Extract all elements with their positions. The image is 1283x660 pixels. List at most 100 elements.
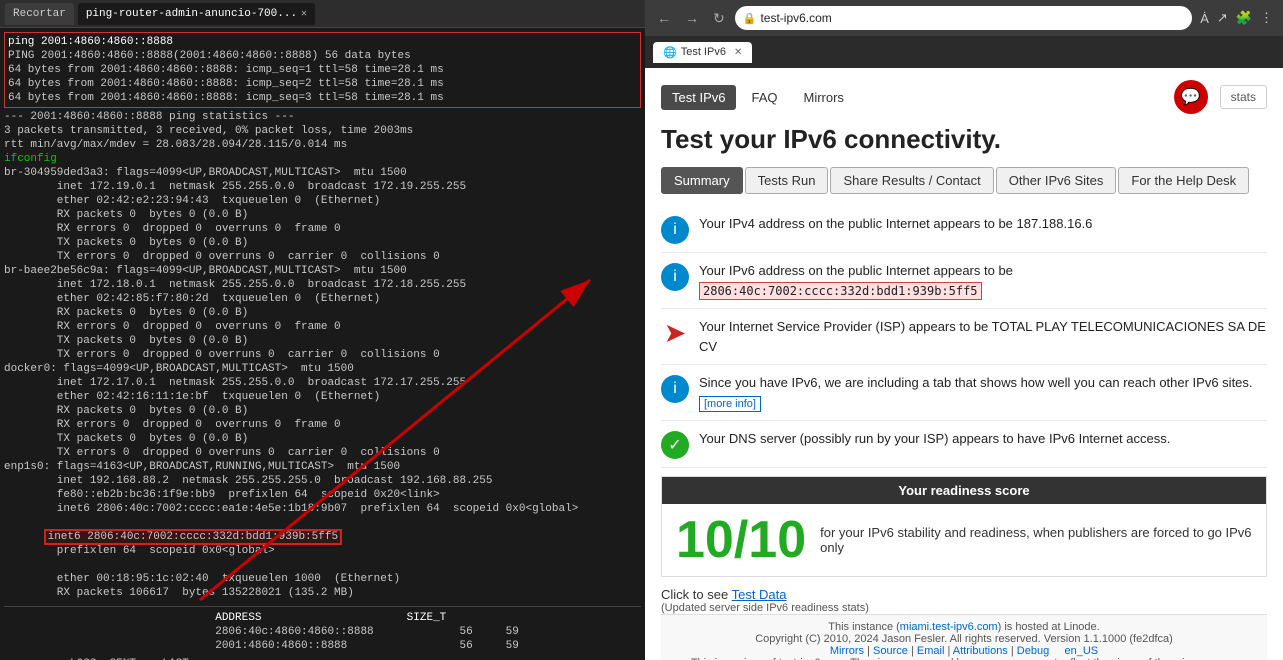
terminal-line: RX packets 0 bytes 0 (0.0 B) bbox=[4, 306, 641, 320]
updated-note: (Updated server side IPv6 readiness stat… bbox=[661, 602, 1267, 614]
browser-chrome: ← → ↻ 🔒 test-ipv6.com Ȧ ↗ 🧩 ⋮ bbox=[645, 0, 1283, 36]
translate-icon[interactable]: Ȧ bbox=[1198, 9, 1211, 28]
info-symbol: i bbox=[673, 380, 677, 398]
tabs-text: Since you have IPv6, we are including a … bbox=[699, 375, 1253, 390]
terminal-line: RX packets 0 bytes 0 (0.0 B) bbox=[4, 208, 641, 222]
terminal-line: TX errors 0 dropped 0 overruns 0 carrier… bbox=[4, 250, 641, 264]
forward-button[interactable]: → bbox=[681, 8, 703, 28]
back-button[interactable]: ← bbox=[653, 8, 675, 28]
terminal-tab-recortar[interactable]: Recortar bbox=[5, 3, 74, 25]
ipv6-prefix-text: Your IPv6 address on the public Internet… bbox=[699, 263, 1013, 278]
terminal-tabbar: Recortar ping-router-admin-anuncio-700..… bbox=[0, 0, 645, 28]
terminal-output: br-304959ded3a3: flags=4099<UP,BROADCAST… bbox=[4, 166, 641, 516]
terminal-tab-ping[interactable]: ping-router-admin-anuncio-700... ✕ bbox=[78, 3, 315, 25]
info-text-ipv6: Your IPv6 address on the public Internet… bbox=[699, 261, 1013, 300]
terminal-line: br-baee2be56c9a: flags=4099<UP,BROADCAST… bbox=[4, 264, 641, 278]
info-icon-ipv4: i bbox=[661, 216, 689, 244]
terminal-line: enp1s0: flags=4163<UP,BROADCAST,RUNNING,… bbox=[4, 460, 641, 474]
stats-button[interactable]: stats bbox=[1220, 85, 1267, 109]
terminal-bottom-line: RX packets 106617 bytes 135228021 (135.2… bbox=[4, 586, 641, 600]
hosted-note: This instance (miami.test-ipv6.com) is h… bbox=[671, 621, 1257, 633]
info-icon-ipv6: i bbox=[661, 263, 689, 291]
tab-help-desk[interactable]: For the Help Desk bbox=[1118, 167, 1249, 194]
ping-header: PING 2001:4860:4860::8888(2001:4860:4860… bbox=[8, 49, 637, 63]
readiness-section: Your readiness score 10/10 for your IPv6… bbox=[661, 476, 1267, 577]
readiness-header: Your readiness score bbox=[662, 477, 1266, 504]
ifconfig-label: ifconfig bbox=[4, 152, 641, 166]
nav-link-faq[interactable]: FAQ bbox=[740, 85, 788, 110]
copyright-line: Copyright (C) 2010, 2024 Jason Fesler. A… bbox=[671, 633, 1257, 645]
footer-link-attributions[interactable]: Attributions bbox=[953, 645, 1008, 657]
terminal-line: ether 02:42:85:f7:80:2d txqueuelen 0 (Et… bbox=[4, 292, 641, 306]
footer-link-source[interactable]: Source bbox=[873, 645, 908, 657]
tab-share-results[interactable]: Share Results / Contact bbox=[830, 167, 993, 194]
hosted-text-suffix: ) is hosted at Linode. bbox=[998, 621, 1100, 633]
chat-icon[interactable]: 💬 bbox=[1174, 80, 1208, 114]
nav-link-test-ipv6[interactable]: Test IPv6 bbox=[661, 85, 736, 110]
website-content: Test IPv6 FAQ Mirrors 💬 stats Test your … bbox=[645, 68, 1283, 660]
test-data-prefix: Click to see bbox=[661, 587, 728, 602]
refresh-button[interactable]: ↻ bbox=[709, 8, 729, 29]
test-data-link[interactable]: Test Data bbox=[732, 587, 787, 602]
close-icon[interactable]: ✕ bbox=[301, 8, 307, 20]
inet6-suffix: prefixlen 64 scopeid 0x0<global> bbox=[44, 545, 275, 557]
readiness-description: for your IPv6 stability and readiness, w… bbox=[820, 525, 1252, 555]
tab-label: ping-router-admin-anuncio-700... bbox=[86, 8, 297, 20]
terminal-line: br-304959ded3a3: flags=4099<UP,BROADCAST… bbox=[4, 166, 641, 180]
info-text-dns: Your DNS server (possibly run by your IS… bbox=[699, 429, 1170, 449]
terminal-line: inet6 2806:40c:7002:cccc:ea1e:4e5e:1b18:… bbox=[4, 502, 641, 516]
info-icon-isp: ➤ bbox=[661, 319, 689, 347]
inet6-highlight-line: inet6 2806:40c:7002:cccc:332d:bdd1:939b:… bbox=[4, 516, 641, 572]
arrow-symbol: ➤ bbox=[665, 319, 685, 348]
extension-icon[interactable]: 🧩 bbox=[1234, 8, 1254, 28]
tab-tests-run[interactable]: Tests Run bbox=[745, 167, 829, 194]
terminal-line: RX packets 0 bytes 0 (0.0 B) bbox=[4, 404, 641, 418]
terminal-line: inet 172.19.0.1 netmask 255.255.0.0 broa… bbox=[4, 180, 641, 194]
browser-tab-test-ipv6[interactable]: 🌐 Test IPv6 ✕ bbox=[653, 42, 752, 63]
terminal-line: ether 02:42:e2:23:94:43 txqueuelen 0 (Et… bbox=[4, 194, 641, 208]
ping-stats-result: 3 packets transmitted, 3 received, 0% pa… bbox=[4, 124, 641, 138]
info-text-isp: Your Internet Service Provider (ISP) app… bbox=[699, 317, 1267, 356]
terminal-line: TX packets 0 bytes 0 (0.0 B) bbox=[4, 334, 641, 348]
terminal-line: inet 192.168.88.2 netmask 255.255.255.0 … bbox=[4, 474, 641, 488]
menu-icon[interactable]: ⋮ bbox=[1258, 8, 1275, 28]
info-symbol: i bbox=[673, 268, 677, 286]
tab-close-icon[interactable]: ✕ bbox=[734, 47, 742, 58]
info-row-ipv6: i Your IPv6 address on the public Intern… bbox=[661, 253, 1267, 309]
terminal-line: RX errors 0 dropped 0 overruns 0 frame 0 bbox=[4, 320, 641, 334]
more-info-link[interactable]: [more info] bbox=[699, 396, 761, 412]
ping-block: ping 2001:4860:4860::8888 PING 2001:4860… bbox=[4, 32, 641, 108]
terminal-line: TX packets 0 bytes 0 (0.0 B) bbox=[4, 236, 641, 250]
footer-link-debug[interactable]: Debug bbox=[1017, 645, 1049, 657]
terminal-bottom: ether 00:18:95:1c:02:40 txqueuelen 1000 … bbox=[4, 572, 641, 600]
share-icon[interactable]: ↗ bbox=[1215, 8, 1230, 28]
ping-reply-1: 64 bytes from 2001:4860:4860::8888: icmp… bbox=[8, 63, 637, 77]
tab-other-ipv6[interactable]: Other IPv6 Sites bbox=[996, 167, 1117, 194]
ping-reply-2: 64 bytes from 2001:4860:4860::8888: icmp… bbox=[8, 77, 637, 91]
footer-link-mirrors[interactable]: Mirrors bbox=[830, 645, 864, 657]
browser-tabbar: 🌐 Test IPv6 ✕ bbox=[645, 36, 1283, 68]
browser-toolbar: Ȧ ↗ 🧩 ⋮ bbox=[1198, 8, 1275, 28]
address-bar[interactable]: 🔒 test-ipv6.com bbox=[735, 6, 1193, 30]
hosted-instance-link[interactable]: miami.test-ipv6.com bbox=[900, 621, 998, 633]
readiness-score: 10/10 bbox=[676, 514, 806, 566]
info-row-isp: ➤ Your Internet Service Provider (ISP) a… bbox=[661, 309, 1267, 365]
mirror-header: ADDRESS SIZE_T bbox=[4, 611, 641, 625]
terminal-panel: Recortar ping-router-admin-anuncio-700..… bbox=[0, 0, 645, 660]
tab-summary[interactable]: Summary bbox=[661, 167, 743, 194]
terminal-line: inet 172.18.0.1 netmask 255.255.0.0 broa… bbox=[4, 278, 641, 292]
info-text-tabs: Since you have IPv6, we are including a … bbox=[699, 373, 1267, 412]
site-footer: This instance (miami.test-ipv6.com) is h… bbox=[661, 614, 1267, 660]
url-text: test-ipv6.com bbox=[760, 11, 831, 25]
chat-icon-symbol: 💬 bbox=[1181, 87, 1201, 107]
footer-link-email[interactable]: Email bbox=[917, 645, 945, 657]
site-navigation: Test IPv6 FAQ Mirrors 💬 stats bbox=[661, 80, 1267, 114]
mirror-row-2: 2001:4860:4860::8888 56 59 bbox=[4, 639, 641, 653]
nav-link-mirrors[interactable]: Mirrors bbox=[792, 85, 854, 110]
inet6-highlighted-text: inet6 2806:40c:7002:cccc:332d:bdd1:939b:… bbox=[44, 529, 342, 545]
browser-panel: ← → ↻ 🔒 test-ipv6.com Ȧ ↗ 🧩 ⋮ 🌐 Test IP… bbox=[645, 0, 1283, 660]
nav-links: Test IPv6 FAQ Mirrors bbox=[661, 85, 855, 110]
footer-locale[interactable]: en_US bbox=[1065, 645, 1099, 657]
info-icon-tabs: i bbox=[661, 375, 689, 403]
info-symbol: i bbox=[673, 221, 677, 239]
